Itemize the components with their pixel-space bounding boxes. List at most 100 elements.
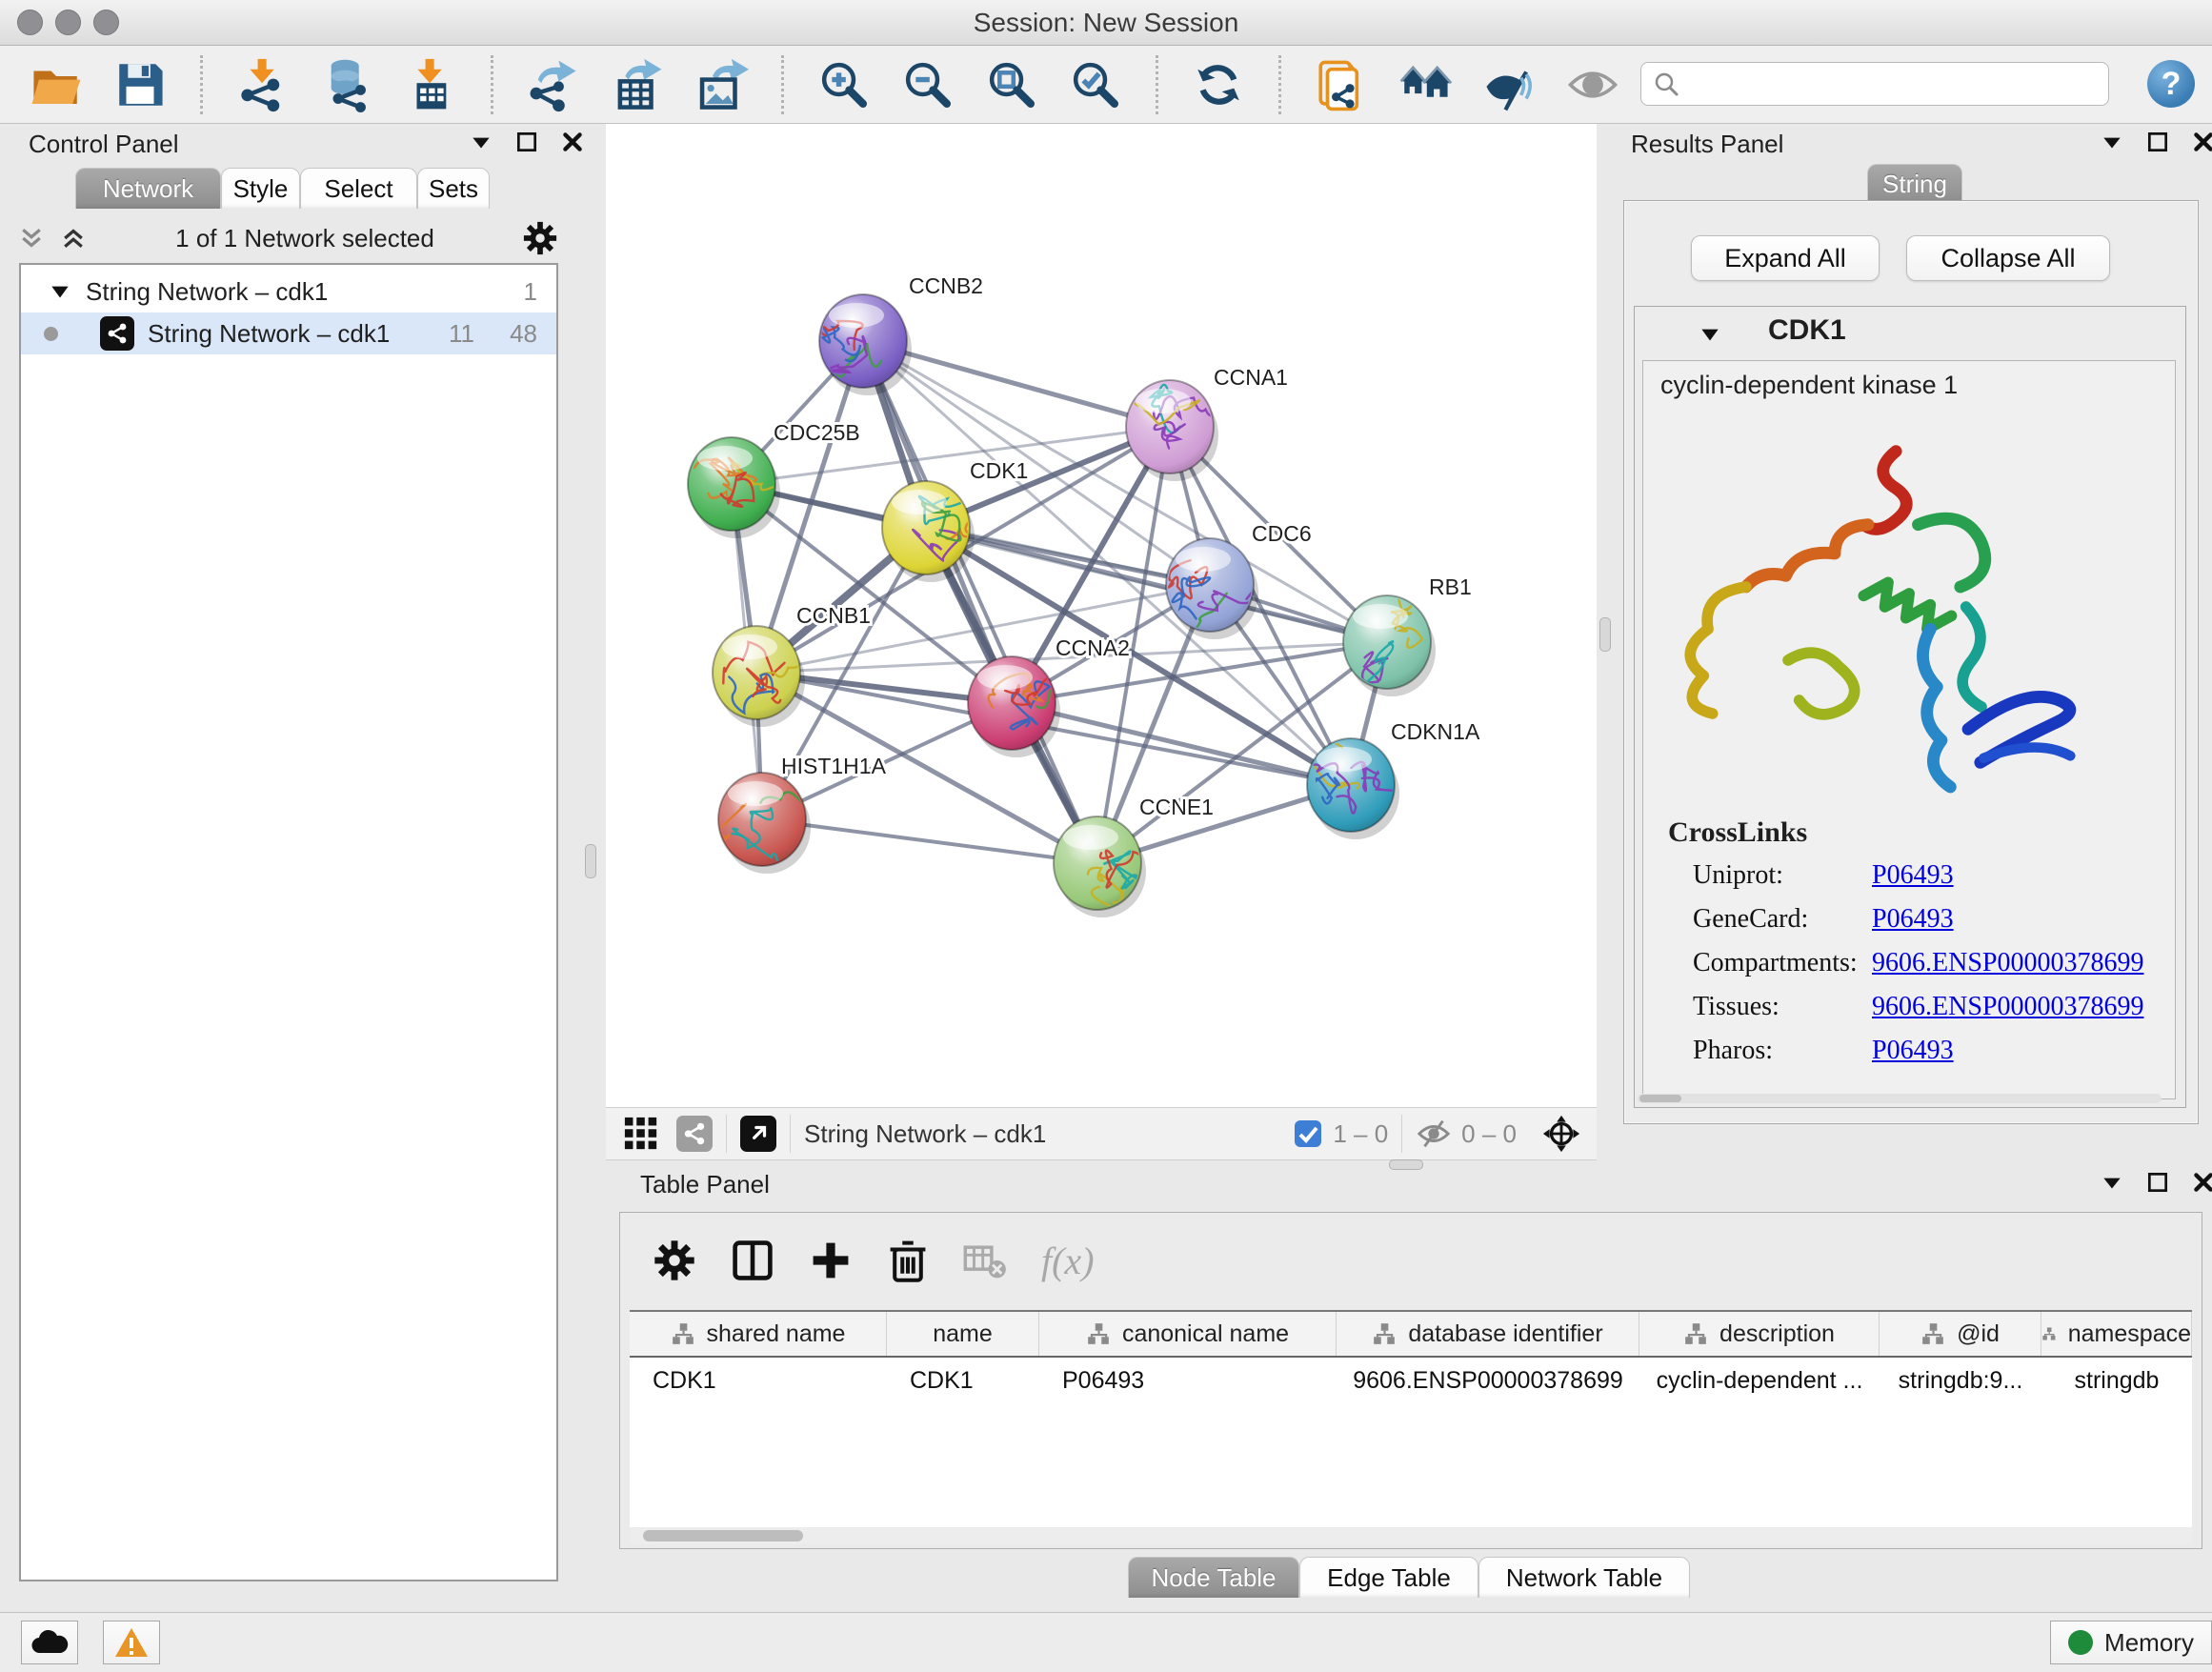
float-panel-icon[interactable] — [469, 130, 493, 154]
network-graph[interactable]: CCNB2 CCNA1 CDC25B CDK1 CDC6 RB1 CCNB1 CCNA2 CDK… — [606, 124, 1597, 1107]
collapse-all-button[interactable]: Collapse All — [1906, 235, 2110, 281]
zoom-fit-icon[interactable] — [984, 57, 1039, 112]
section-caret-icon[interactable] — [1698, 322, 1722, 347]
first-neighbors-icon[interactable] — [1314, 57, 1369, 112]
table-cell[interactable]: P06493 — [1039, 1358, 1337, 1403]
node-label-CCNB2[interactable]: CCNB2 — [909, 273, 983, 298]
network-collection-row[interactable]: String Network – cdk1 1 — [21, 271, 556, 312]
table-cell[interactable]: CDK1 — [887, 1358, 1039, 1403]
tab-sets[interactable]: Sets — [417, 168, 490, 209]
tab-style[interactable]: Style — [221, 168, 300, 209]
tab-network[interactable]: Network — [75, 168, 221, 209]
network-row[interactable]: String Network – cdk1 11 48 — [21, 312, 556, 354]
zoom-out-icon[interactable] — [900, 57, 955, 112]
table-cell[interactable]: stringdb:9... — [1880, 1358, 2041, 1403]
expand-all-icon[interactable] — [59, 224, 88, 252]
maximize-panel-icon[interactable] — [2145, 130, 2170, 154]
table-options-gear-icon[interactable] — [653, 1239, 696, 1282]
grid-view-icon[interactable] — [623, 1116, 659, 1152]
tab-select[interactable]: Select — [300, 168, 417, 209]
node-label-CDC6[interactable]: CDC6 — [1252, 521, 1312, 546]
table-cell[interactable]: stringdb — [2041, 1358, 2192, 1403]
houses-icon[interactable] — [1398, 57, 1453, 112]
column-header-database-identifier[interactable]: database identifier — [1337, 1312, 1639, 1356]
table-row[interactable]: CDK1CDK1P064939606.ENSP00000378699cyclin… — [630, 1358, 2192, 1403]
crosslink-link[interactable]: P06493 — [1872, 1036, 1954, 1066]
memory-button[interactable]: Memory — [2050, 1621, 2212, 1664]
cloud-button[interactable] — [21, 1621, 78, 1664]
show-all-eye-icon[interactable] — [1565, 57, 1620, 112]
node-label-RB1[interactable]: RB1 — [1429, 574, 1472, 599]
table-cell[interactable]: cyclin-dependent ... — [1639, 1358, 1880, 1403]
crosslink-link[interactable]: P06493 — [1872, 860, 1954, 891]
results-horizontal-scrollbar[interactable] — [1638, 1094, 2162, 1103]
table-horizontal-scrollbar[interactable] — [630, 1527, 2192, 1544]
create-column-plus-icon[interactable] — [809, 1239, 853, 1282]
crosslink-link[interactable]: P06493 — [1872, 904, 1954, 935]
import-table-icon[interactable] — [403, 57, 458, 112]
string-view-icon[interactable] — [676, 1116, 713, 1152]
right-splitter-handle[interactable] — [1599, 617, 1611, 652]
gear-icon[interactable] — [522, 220, 558, 256]
tab-network-table[interactable]: Network Table — [1478, 1557, 1690, 1598]
float-panel-icon[interactable] — [2100, 130, 2124, 154]
tab-string[interactable]: String — [1867, 164, 1962, 203]
export-network-icon[interactable] — [526, 57, 581, 112]
save-session-icon[interactable] — [112, 57, 168, 112]
crosslink-label: Compartments: — [1693, 948, 1858, 978]
delete-column-trash-icon[interactable] — [887, 1239, 929, 1282]
crosslinks-heading: CrossLinks — [1668, 816, 1807, 849]
crosslink-link[interactable]: 9606.ENSP00000378699 — [1872, 948, 2143, 978]
apply-style-refresh-icon[interactable] — [1191, 57, 1246, 112]
close-panel-icon[interactable] — [2191, 130, 2212, 154]
node-label-HIST1H1A[interactable]: HIST1H1A — [781, 754, 887, 778]
close-panel-icon[interactable] — [2191, 1170, 2212, 1195]
zoom-in-icon[interactable] — [816, 57, 872, 112]
tab-edge-table[interactable]: Edge Table — [1299, 1557, 1478, 1598]
help-icon[interactable]: ? — [2147, 60, 2195, 108]
float-panel-icon[interactable] — [2100, 1170, 2124, 1195]
network-view-canvas[interactable]: CCNB2 CCNA1 CDC25B CDK1 CDC6 RB1 CCNB1 CCNA2 CDK… — [606, 124, 1597, 1107]
table-cell[interactable]: CDK1 — [630, 1358, 887, 1403]
node-label-CDKN1A[interactable]: CDKN1A — [1391, 719, 1480, 744]
crosslink-link[interactable]: 9606.ENSP00000378699 — [1872, 992, 2143, 1022]
open-in-new-window-icon[interactable] — [740, 1116, 776, 1152]
node-label-CCNB1[interactable]: CCNB1 — [796, 603, 871, 628]
node-label-CCNA2[interactable]: CCNA2 — [1056, 635, 1130, 660]
collapse-caret-icon[interactable] — [48, 279, 72, 304]
node-label-CCNE1[interactable]: CCNE1 — [1139, 795, 1214, 819]
show-columns-icon[interactable] — [731, 1239, 774, 1282]
bottom-splitter-handle[interactable] — [1389, 1159, 1423, 1170]
node-label-CDK1[interactable]: CDK1 — [970, 458, 1028, 483]
tab-node-table[interactable]: Node Table — [1128, 1557, 1299, 1598]
birds-eye-navigator-icon[interactable] — [1541, 1114, 1581, 1154]
maximize-panel-icon[interactable] — [2145, 1170, 2170, 1195]
open-session-icon[interactable] — [29, 57, 84, 112]
left-splitter-handle[interactable] — [585, 844, 596, 878]
zoom-selected-icon[interactable] — [1068, 57, 1123, 112]
collapse-all-icon[interactable] — [17, 224, 46, 252]
column-header-name[interactable]: name — [887, 1312, 1039, 1356]
warnings-button[interactable] — [103, 1621, 160, 1664]
import-network-file-icon[interactable] — [235, 57, 291, 112]
column-header-namespace[interactable]: namespace — [2041, 1312, 2192, 1356]
node-label-CCNA1[interactable]: CCNA1 — [1214, 365, 1288, 390]
expand-all-button[interactable]: Expand All — [1691, 235, 1880, 281]
column-header-shared-name[interactable]: shared name — [630, 1312, 887, 1356]
node-label-CDC25B[interactable]: CDC25B — [774, 420, 860, 445]
export-table-icon[interactable] — [610, 57, 665, 112]
search-input[interactable] — [1679, 70, 2083, 98]
column-type-icon — [2041, 1321, 2057, 1346]
import-network-database-icon[interactable] — [319, 57, 374, 112]
column-header-description[interactable]: description — [1639, 1312, 1880, 1356]
column-header-@id[interactable]: @id — [1880, 1312, 2041, 1356]
delete-table-icon — [963, 1239, 1007, 1282]
export-image-icon[interactable] — [694, 57, 749, 112]
hide-selected-eye-icon[interactable] — [1481, 57, 1537, 112]
node-table[interactable]: shared namenamecanonical namedatabase id… — [630, 1310, 2192, 1527]
column-header-canonical-name[interactable]: canonical name — [1039, 1312, 1337, 1356]
close-panel-icon[interactable] — [560, 130, 585, 154]
maximize-panel-icon[interactable] — [514, 130, 539, 154]
table-cell[interactable]: 9606.ENSP00000378699 — [1337, 1358, 1639, 1403]
selected-checkbox-icon[interactable] — [1293, 1118, 1323, 1149]
